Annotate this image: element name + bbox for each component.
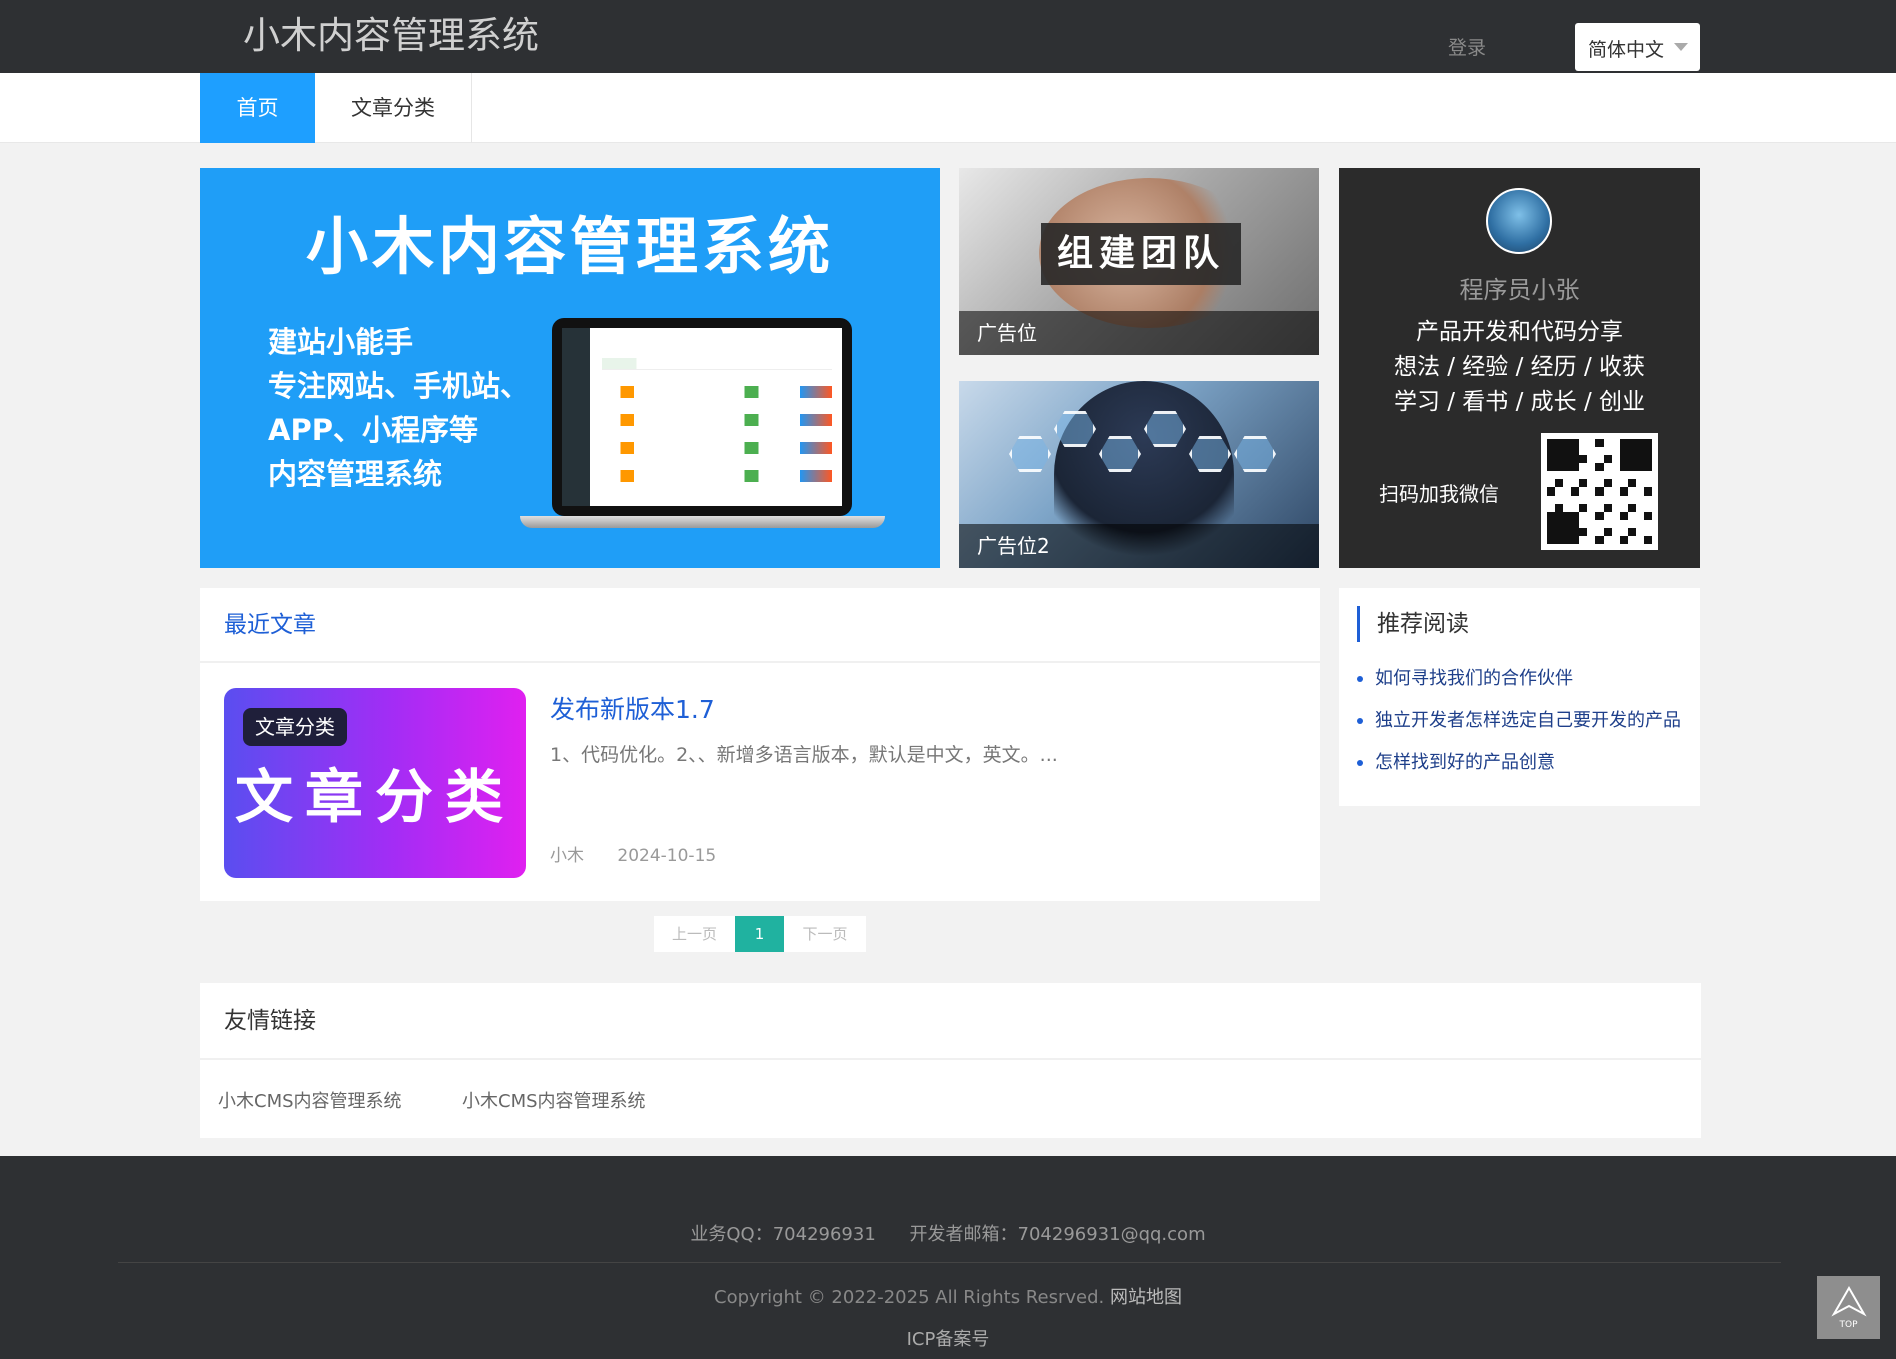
article-author: 小木 [550, 846, 584, 866]
profile-card: 程序员小张 产品开发和代码分享 想法 / 经验 / 经历 / 收获 学习 / 看… [1339, 168, 1700, 568]
bullet-icon [1357, 760, 1363, 766]
article-date: 2024-10-15 [617, 846, 717, 866]
laptop-base [520, 516, 885, 528]
login-link[interactable]: 登录 [1448, 33, 1486, 60]
friend-link[interactable]: 小木CMS内容管理系统 [218, 1087, 402, 1113]
arrow-up-icon [1831, 1286, 1867, 1317]
chevron-down-icon [1674, 43, 1688, 51]
profile-name: 程序员小张 [1459, 276, 1580, 304]
language-select-value: 简体中文 [1588, 39, 1665, 61]
article-thumbnail[interactable]: 文章分类 文章分类 [224, 688, 526, 878]
scan-wechat-label: 扫码加我微信 [1379, 482, 1499, 506]
nav-category[interactable]: 文章分类 [315, 73, 472, 143]
top-bar: 小木内容管理系统 登录 简体中文 [0, 0, 1896, 73]
banner-tagline: 建站小能手 专注网站、手机站、 APP、小程序等 内容管理系统 [268, 320, 529, 496]
footer: 业务QQ：704296931 开发者邮箱：704296931@qq.com Co… [0, 1156, 1896, 1359]
article-title[interactable]: 发布新版本1.7 [550, 690, 715, 726]
banner-line: APP、小程序等 [268, 413, 478, 447]
category-tag: 文章分类 [243, 708, 347, 746]
nav-home[interactable]: 首页 [200, 73, 315, 143]
friend-link[interactable]: 小木CMS内容管理系统 [462, 1087, 646, 1113]
recommended-item[interactable]: 怎样找到好的产品创意 [1357, 748, 1555, 774]
recommended-item-label: 独立开发者怎样选定自己要开发的产品 [1375, 710, 1681, 731]
recommended-item[interactable]: 独立开发者怎样选定自己要开发的产品 [1357, 706, 1681, 732]
footer-email: 开发者邮箱：704296931@qq.com [909, 1224, 1206, 1245]
ad-slot-1[interactable]: 组建团队 广告位 [959, 168, 1319, 355]
language-select[interactable]: 简体中文 [1575, 23, 1700, 71]
ad-caption: 广告位 [959, 311, 1319, 355]
main-nav: 首页 文章分类 [0, 73, 1896, 143]
next-page-button[interactable]: 下一页 [784, 916, 866, 952]
recommended-item[interactable]: 如何寻找我们的合作伙伴 [1357, 664, 1573, 690]
avatar [1486, 188, 1552, 254]
recommended-item-label: 怎样找到好的产品创意 [1375, 752, 1555, 773]
thumbnail-title: 文章分类 [234, 763, 515, 831]
ad-slot-2[interactable]: 广告位2 [959, 381, 1319, 568]
back-to-top-button[interactable]: TOP [1817, 1276, 1880, 1339]
banner-title: 小木内容管理系统 [305, 210, 834, 283]
article-meta: 小木 2024-10-15 [550, 841, 716, 866]
wechat-qr-code [1541, 433, 1658, 550]
friend-links-heading: 友情链接 [200, 983, 1701, 1060]
bullet-icon [1357, 718, 1363, 724]
site-title[interactable]: 小木内容管理系统 [243, 10, 539, 62]
footer-copyright-line: Copyright © 2022-2025 All Rights Resrved… [0, 1283, 1896, 1309]
footer-contact: 业务QQ：704296931 开发者邮箱：704296931@qq.com [0, 1220, 1896, 1246]
footer-copyright: Copyright © 2022-2025 All Rights Resrved… [714, 1287, 1105, 1308]
profile-line: 学习 / 看书 / 成长 / 创业 [1393, 389, 1646, 415]
banner-line: 建站小能手 [268, 325, 414, 359]
hero-banner[interactable]: 小木内容管理系统 建站小能手 专注网站、手机站、 APP、小程序等 内容管理系统 [200, 168, 940, 568]
icp-link[interactable]: ICP备案号 [0, 1325, 1896, 1351]
banner-line: 内容管理系统 [268, 457, 443, 491]
ad-badge: 组建团队 [1041, 223, 1241, 285]
recent-articles-heading: 最近文章 [200, 588, 1320, 663]
footer-qq: 业务QQ：704296931 [690, 1224, 876, 1245]
footer-divider [118, 1262, 1781, 1263]
profile-line: 想法 / 经验 / 经历 / 收获 [1393, 354, 1646, 380]
ad-caption: 广告位2 [959, 524, 1319, 568]
article-summary: 1、代码优化。2、、新增多语言版本，默认是中文，英文。... [550, 744, 1058, 766]
recommended-heading: 推荐阅读 [1357, 606, 1469, 642]
banner-line: 专注网站、手机站、 [268, 369, 530, 403]
friend-links: 友情链接 小木CMS内容管理系统 小木CMS内容管理系统 [200, 983, 1701, 1138]
prev-page-button[interactable]: 上一页 [654, 916, 735, 952]
hexagon-icon [1009, 436, 1051, 472]
recent-articles: 最近文章 文章分类 文章分类 发布新版本1.7 1、代码优化。2、、新增多语言版… [200, 588, 1320, 901]
recommended-reading: 推荐阅读 如何寻找我们的合作伙伴 独立开发者怎样选定自己要开发的产品 怎样找到好… [1339, 588, 1700, 806]
sitemap-link[interactable]: 网站地图 [1110, 1287, 1182, 1308]
recommended-item-label: 如何寻找我们的合作伙伴 [1375, 668, 1573, 689]
profile-line: 产品开发和代码分享 [1416, 319, 1623, 345]
page-1-button[interactable]: 1 [735, 916, 784, 952]
top-label: TOP [1839, 1320, 1858, 1330]
hexagon-icon [1234, 436, 1276, 472]
laptop-illustration [552, 318, 852, 516]
bullet-icon [1357, 676, 1363, 682]
